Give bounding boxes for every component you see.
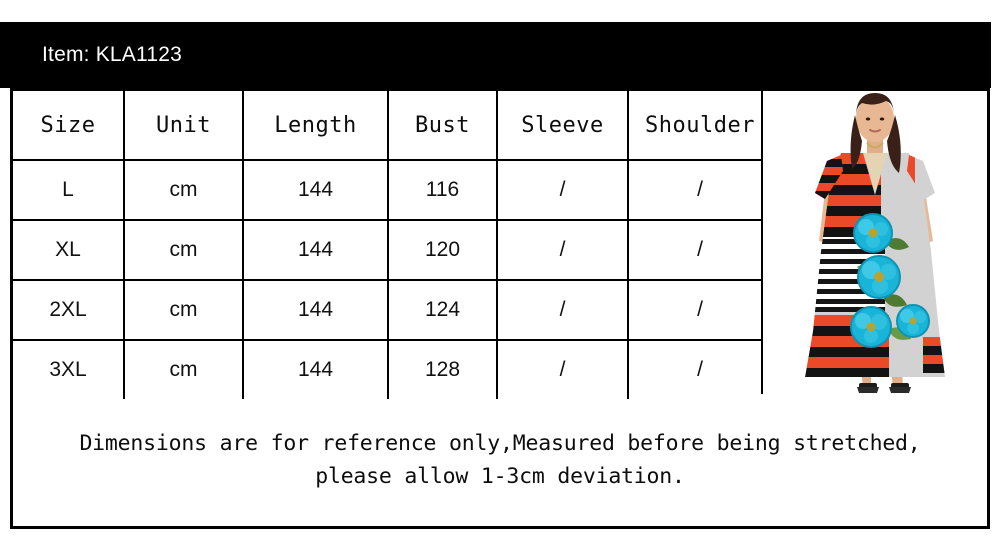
cell-length: 144 [243, 220, 389, 281]
column-header-length: Length [243, 91, 389, 161]
product-photo-cell [761, 91, 987, 403]
size-chart-graphic: Item: KLA1123 Size Unit Length Bust Slee… [0, 0, 1000, 556]
cell-shoulder: / [628, 220, 771, 281]
size-chart-frame: Size Unit Length Bust Sleeve Shoulder L … [10, 88, 990, 529]
cell-shoulder: / [628, 160, 771, 221]
cell-size: 2XL [13, 280, 125, 341]
cell-length: 144 [243, 340, 389, 399]
cell-bust: 120 [388, 220, 498, 281]
table-row: L cm 144 116 / / [13, 160, 771, 221]
table-row: 3XL cm 144 128 / / [13, 340, 771, 399]
cell-size: XL [13, 220, 125, 281]
table-row: XL cm 144 120 / / [13, 220, 771, 281]
cell-bust: 124 [388, 280, 498, 341]
disclaimer-line-1: Dimensions are for reference only,Measur… [79, 430, 921, 456]
item-number-label: Item: KLA1123 [42, 43, 182, 66]
cell-size: 3XL [13, 340, 125, 399]
disclaimer-line-2: please allow 1-3cm deviation. [315, 464, 685, 489]
column-header-bust: Bust [388, 91, 498, 161]
cell-sleeve: / [497, 340, 629, 399]
disclaimer-note: Dimensions are for reference only,Measur… [13, 394, 987, 526]
cell-size: L [13, 160, 125, 221]
cell-unit: cm [124, 340, 244, 399]
cell-length: 144 [243, 160, 389, 221]
cell-unit: cm [124, 280, 244, 341]
cell-unit: cm [124, 160, 244, 221]
cell-shoulder: / [628, 280, 771, 341]
measurement-table: Size Unit Length Bust Sleeve Shoulder L … [13, 91, 771, 399]
cell-unit: cm [124, 220, 244, 281]
table-header-row: Size Unit Length Bust Sleeve Shoulder [13, 91, 771, 161]
cell-sleeve: / [497, 160, 629, 221]
column-header-shoulder: Shoulder [628, 91, 771, 161]
column-header-unit: Unit [124, 91, 244, 161]
cell-bust: 128 [388, 340, 498, 399]
model-illustration [763, 91, 987, 403]
table-row: 2XL cm 144 124 / / [13, 280, 771, 341]
column-header-size: Size [13, 91, 125, 161]
cell-bust: 116 [388, 160, 498, 221]
item-header-band: Item: KLA1123 [0, 22, 991, 88]
column-header-sleeve: Sleeve [497, 91, 629, 161]
cell-shoulder: / [628, 340, 771, 399]
cell-sleeve: / [497, 280, 629, 341]
cell-sleeve: / [497, 220, 629, 281]
product-photo [763, 91, 987, 403]
cell-length: 144 [243, 280, 389, 341]
